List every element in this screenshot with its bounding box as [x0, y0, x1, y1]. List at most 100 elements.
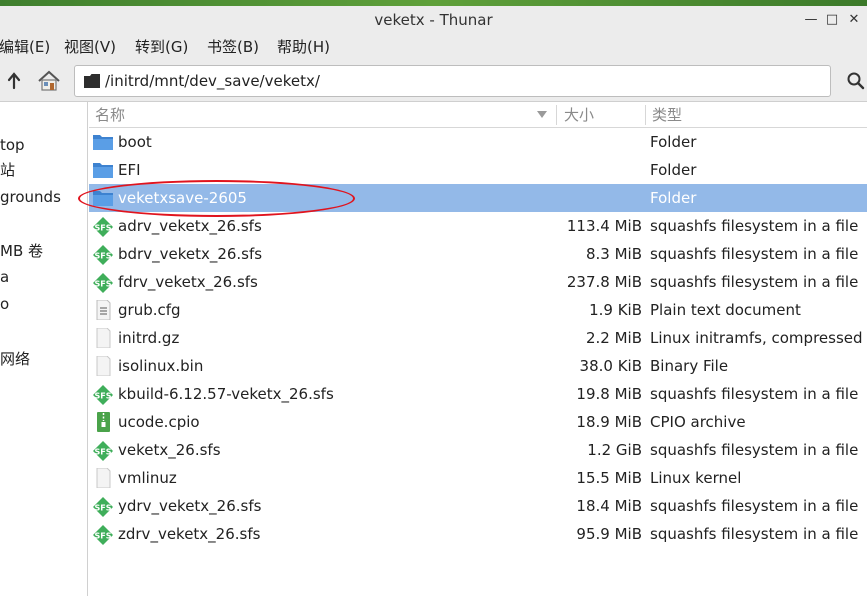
- file-name: fdrv_veketx_26.sfs: [118, 273, 258, 291]
- column-size[interactable]: 大小: [564, 102, 594, 128]
- text-file-icon: [92, 299, 114, 321]
- file-name: veketx_26.sfs: [118, 441, 221, 459]
- file-size: 38.0 KiB: [579, 357, 642, 375]
- home-button[interactable]: [36, 68, 62, 94]
- minimize-icon[interactable]: —: [803, 12, 819, 28]
- sort-down-icon[interactable]: [537, 111, 547, 119]
- menu-view[interactable]: 视图(V): [64, 37, 116, 59]
- file-type: Folder: [650, 133, 697, 151]
- toolbar: /initrd/mnt/dev_save/veketx/: [0, 60, 867, 102]
- location-path: /initrd/mnt/dev_save/veketx/: [105, 72, 320, 90]
- folder-icon: [84, 74, 100, 88]
- maximize-icon[interactable]: □: [824, 12, 840, 28]
- archive-icon: [92, 412, 114, 432]
- file-name: bdrv_veketx_26.sfs: [118, 245, 263, 263]
- file-name: ucode.cpio: [118, 413, 200, 431]
- svg-text:SFS: SFS: [95, 532, 112, 541]
- svg-text:SFS: SFS: [95, 280, 112, 289]
- file-size: 1.2 GiB: [587, 441, 642, 459]
- file-list: 名称 大小 类型 boot Folder EFI Folder veketxsave-2…: [89, 102, 867, 596]
- file-name: EFI: [118, 161, 141, 179]
- file-name: grub.cfg: [118, 301, 181, 319]
- file-row[interactable]: SFS fdrv_veketx_26.sfs 237.8 MiB squashfs f…: [89, 268, 867, 296]
- svg-text:SFS: SFS: [95, 392, 112, 401]
- close-icon[interactable]: ✕: [846, 12, 862, 28]
- file-type: squashfs filesystem in a file: [650, 273, 859, 291]
- file-size: 19.8 MiB: [576, 385, 642, 403]
- file-row[interactable]: boot Folder: [89, 128, 867, 156]
- file-name: boot: [118, 133, 152, 151]
- file-type: squashfs filesystem in a file: [650, 245, 859, 263]
- file-name: initrd.gz: [118, 329, 180, 347]
- sidebar-item-a[interactable]: a: [0, 265, 9, 289]
- column-header: 名称 大小 类型: [89, 102, 867, 128]
- file-row[interactable]: vmlinuz 15.5 MiB Linux kernel: [89, 464, 867, 492]
- home-icon: [38, 70, 60, 91]
- column-name[interactable]: 名称: [95, 102, 125, 128]
- file-type: Folder: [650, 189, 697, 207]
- sfs-icon: SFS: [92, 216, 114, 237]
- file-name: ydrv_veketx_26.sfs: [118, 497, 262, 515]
- location-bar[interactable]: /initrd/mnt/dev_save/veketx/: [74, 65, 831, 97]
- menu-go[interactable]: 转到(G): [135, 37, 188, 59]
- sfs-icon: SFS: [92, 384, 114, 405]
- file-type: squashfs filesystem in a file: [650, 525, 859, 543]
- menu-help[interactable]: 帮助(H): [277, 37, 330, 59]
- sfs-icon: SFS: [92, 524, 114, 545]
- file-row[interactable]: SFS zdrv_veketx_26.sfs 95.9 MiB squashfs fi…: [89, 520, 867, 548]
- file-type: Linux initramfs, compressed: [650, 329, 863, 347]
- file-row[interactable]: grub.cfg 1.9 KiB Plain text document: [89, 296, 867, 324]
- file-type: CPIO archive: [650, 413, 746, 431]
- sidebar-item-backgrounds[interactable]: grounds: [0, 185, 61, 209]
- svg-text:SFS: SFS: [95, 448, 112, 457]
- file-type: Folder: [650, 161, 697, 179]
- file-size: 18.4 MiB: [576, 497, 642, 515]
- file-row[interactable]: SFS ydrv_veketx_26.sfs 18.4 MiB squashfs fi…: [89, 492, 867, 520]
- file-name: vmlinuz: [118, 469, 177, 487]
- file-size: 113.4 MiB: [566, 217, 642, 235]
- menu-bookmarks[interactable]: 书签(B): [207, 37, 259, 59]
- file-type: Plain text document: [650, 301, 801, 319]
- menu-bar: 编辑(E) 视图(V) 转到(G) 书签(B) 帮助(H): [0, 34, 867, 60]
- window-title: veketx - Thunar: [374, 11, 493, 29]
- file-name: isolinux.bin: [118, 357, 204, 375]
- file-row[interactable]: SFS bdrv_veketx_26.sfs 8.3 MiB squashfs fil…: [89, 240, 867, 268]
- column-separator[interactable]: [556, 105, 557, 125]
- search-button[interactable]: [843, 68, 867, 94]
- file-type: squashfs filesystem in a file: [650, 385, 859, 403]
- file-row[interactable]: SFS kbuild-6.12.57-veketx_26.sfs 19.8 MiB s…: [89, 380, 867, 408]
- file-row[interactable]: initrd.gz 2.2 MiB Linux initramfs, compres…: [89, 324, 867, 352]
- file-size: 1.9 KiB: [589, 301, 642, 319]
- sfs-icon: SFS: [92, 244, 114, 265]
- file-name: kbuild-6.12.57-veketx_26.sfs: [118, 385, 334, 403]
- sidebar: top 站 grounds MB 卷 a o 网络: [0, 102, 88, 596]
- column-type[interactable]: 类型: [652, 102, 682, 128]
- sidebar-item-desktop[interactable]: top: [0, 133, 25, 157]
- sidebar-item-o[interactable]: o: [0, 292, 9, 316]
- file-size: 18.9 MiB: [576, 413, 642, 431]
- file-row[interactable]: isolinux.bin 38.0 KiB Binary File: [89, 352, 867, 380]
- folder-icon: [92, 160, 114, 180]
- sidebar-item-network[interactable]: 网络: [0, 347, 30, 371]
- svg-text:SFS: SFS: [95, 252, 112, 261]
- file-row[interactable]: SFS veketx_26.sfs 1.2 GiB squashfs filesyst…: [89, 436, 867, 464]
- file-type: squashfs filesystem in a file: [650, 217, 859, 235]
- file-type: Binary File: [650, 357, 729, 375]
- menu-edit[interactable]: 编辑(E): [0, 37, 50, 59]
- sidebar-item-volume[interactable]: MB 卷: [0, 239, 43, 263]
- file-row[interactable]: ucode.cpio 18.9 MiB CPIO archive: [89, 408, 867, 436]
- file-type: squashfs filesystem in a file: [650, 441, 859, 459]
- sfs-icon: SFS: [92, 440, 114, 461]
- file-type: squashfs filesystem in a file: [650, 497, 859, 515]
- sfs-icon: SFS: [92, 272, 114, 293]
- column-separator[interactable]: [645, 105, 646, 125]
- search-icon: [847, 72, 865, 90]
- file-size: 237.8 MiB: [566, 273, 642, 291]
- sfs-icon: SFS: [92, 496, 114, 517]
- annotation-ellipse: [78, 180, 355, 217]
- go-up-button[interactable]: [2, 68, 28, 94]
- title-bar[interactable]: veketx - Thunar — □ ✕: [0, 6, 867, 34]
- file-size: 15.5 MiB: [576, 469, 642, 487]
- sidebar-item-site[interactable]: 站: [0, 158, 15, 182]
- file-type: Linux kernel: [650, 469, 742, 487]
